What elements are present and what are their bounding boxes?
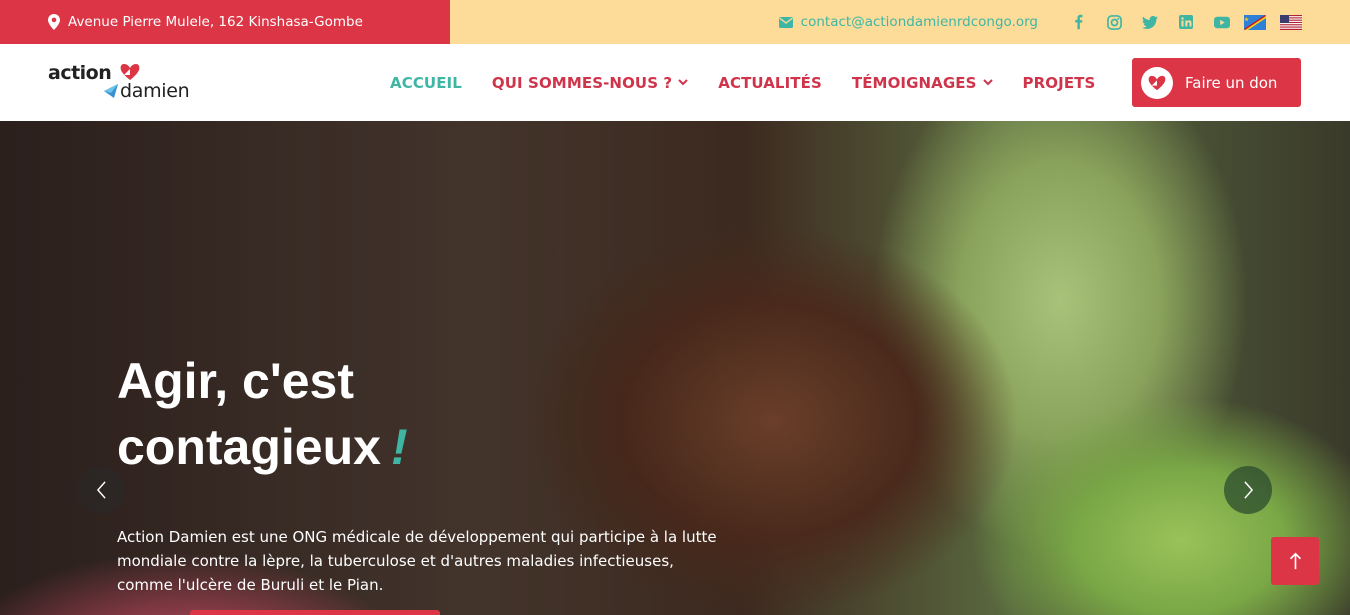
address-text: Avenue Pierre Mulele, 162 Kinshasa-Gombe — [68, 14, 363, 30]
location-pin-icon — [48, 14, 60, 30]
contact-bar: contact@actiondamienrdcongo.org — [450, 0, 1350, 44]
slider-next-button[interactable] — [1224, 466, 1272, 514]
facebook-icon[interactable] — [1070, 14, 1086, 30]
social-links — [1070, 14, 1302, 30]
top-bar: Avenue Pierre Mulele, 162 Kinshasa-Gombe… — [0, 0, 1350, 44]
us-flag-icon[interactable] — [1280, 14, 1302, 30]
email-text: contact@actiondamienrdcongo.org — [800, 14, 1038, 30]
hero-slider: Agir, c'est contagieux! Action Damien es… — [0, 121, 1350, 615]
chevron-right-icon — [1243, 481, 1253, 499]
nav-item-accueil[interactable]: ACCUEIL — [390, 74, 462, 92]
donate-heart-icon — [1141, 66, 1173, 99]
kite-logo-icon — [104, 84, 118, 98]
nav-item-qui-sommes-nous[interactable]: QUI SOMMES-NOUS ? — [492, 74, 688, 92]
chevron-down-icon — [678, 79, 688, 86]
linkedin-icon[interactable] — [1178, 14, 1194, 30]
hero-cta-button[interactable] — [190, 610, 440, 615]
logo-word-action: action — [48, 62, 112, 84]
email-link[interactable]: contact@actiondamienrdcongo.org — [778, 14, 1038, 30]
chevron-down-icon — [982, 79, 993, 86]
back-to-top-button[interactable] — [1271, 537, 1319, 585]
main-navbar: action damien ACCUEIL QUI SOMMES-NOUS ? … — [0, 44, 1350, 121]
main-menu: ACCUEIL QUI SOMMES-NOUS ? ACTUALITÉS TÉM… — [390, 44, 1125, 121]
nav-item-temoignages[interactable]: TÉMOIGNAGES — [852, 74, 993, 92]
slider-prev-button[interactable] — [77, 466, 125, 514]
envelope-icon — [778, 16, 793, 28]
address-bar: Avenue Pierre Mulele, 162 Kinshasa-Gombe — [0, 0, 450, 44]
arrow-up-icon — [1289, 552, 1301, 570]
donate-label: Faire un don — [1185, 73, 1278, 92]
drc-flag-icon[interactable] — [1244, 14, 1266, 30]
nav-item-actualites[interactable]: ACTUALITÉS — [718, 74, 822, 92]
heart-logo-icon — [120, 64, 140, 80]
nav-item-projets[interactable]: PROJETS — [1023, 74, 1096, 92]
title-exclamation: ! — [390, 419, 408, 475]
action-damien-logo[interactable]: action damien — [48, 62, 200, 104]
youtube-icon[interactable] — [1214, 14, 1230, 30]
hero-description: Action Damien est une ONG médicale de dé… — [117, 528, 717, 594]
instagram-icon[interactable] — [1106, 14, 1122, 30]
donate-button[interactable]: Faire un don — [1132, 58, 1301, 107]
hero-title: Agir, c'est contagieux! — [117, 353, 408, 475]
logo-word-damien: damien — [120, 80, 190, 102]
twitter-icon[interactable] — [1142, 14, 1158, 30]
chevron-left-icon — [96, 481, 106, 499]
